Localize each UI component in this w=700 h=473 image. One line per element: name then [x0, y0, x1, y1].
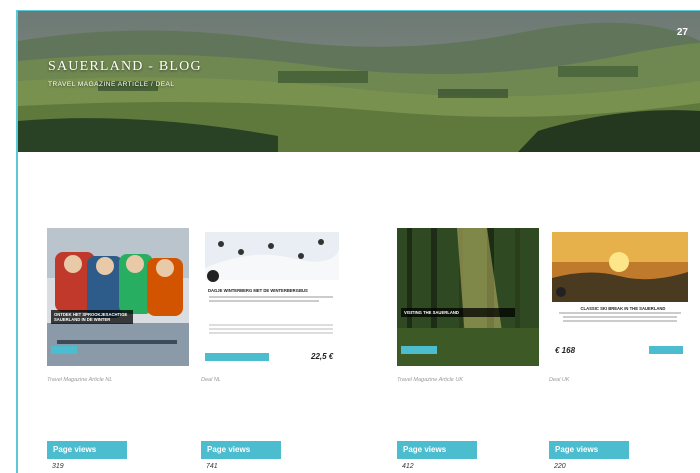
page-views-value: 412: [402, 463, 414, 470]
page-views-value: 741: [206, 463, 218, 470]
deal-price: 22,5 €: [311, 352, 334, 361]
thumbnail-article-uk[interactable]: VISITING THE SAUERLAND: [397, 228, 539, 366]
page-title: SAUERLAND - BLOG: [48, 59, 202, 74]
thumbnail-title: CLASSIC SKI BREAK IN THE SAUERLAND: [580, 306, 666, 311]
page-views-badge: Page views: [47, 441, 127, 459]
read-more-button: [51, 346, 77, 354]
caption-article-uk: Travel Magazine Article UK: [397, 377, 464, 383]
document-page: SAUERLAND - BLOG TRAVEL MAGAZINE ARTICLE…: [0, 0, 700, 473]
thumbnail-title: VISITING THE SAUERLAND: [401, 308, 515, 317]
thumbnail-deal-nl[interactable]: DAGJE WINTERBERG MET DE WINTERBERGBUS 22…: [201, 228, 343, 366]
thumbnail-title: DAGJE WINTERBERG MET DE WINTERBERGBUS: [208, 288, 308, 293]
page-views-badge: Page views: [397, 441, 477, 459]
header-landscape-image: SAUERLAND - BLOG TRAVEL MAGAZINE ARTICLE…: [18, 11, 700, 152]
caption-article-nl: Travel Magazine Article NL: [47, 377, 113, 383]
book-button: [205, 353, 269, 361]
page-views-badge: Page views: [549, 441, 629, 459]
read-more-button: [401, 346, 437, 354]
page-views-value: 319: [52, 463, 64, 470]
deal-price: € 168: [555, 346, 576, 355]
thumbnail-article-nl[interactable]: ONTDEK HET SPROOKJESACHTIGE SAUERLAND IN…: [47, 228, 189, 366]
caption-deal-nl: Deal NL: [201, 377, 221, 383]
page-subtitle: TRAVEL MAGAZINE ARTICLE / DEAL: [48, 81, 175, 88]
page-views-badge: Page views: [201, 441, 281, 459]
thumbnail-title: ONTDEK HET SPROOKJESACHTIGE SAUERLAND IN…: [51, 310, 133, 324]
page-views-value: 220: [554, 463, 566, 470]
page-number: 27: [676, 27, 688, 38]
book-button: [649, 346, 683, 354]
caption-deal-uk: Deal UK: [549, 377, 570, 383]
thumbnail-deal-uk[interactable]: CLASSIC SKI BREAK IN THE SAUERLAND € 168: [549, 228, 691, 366]
